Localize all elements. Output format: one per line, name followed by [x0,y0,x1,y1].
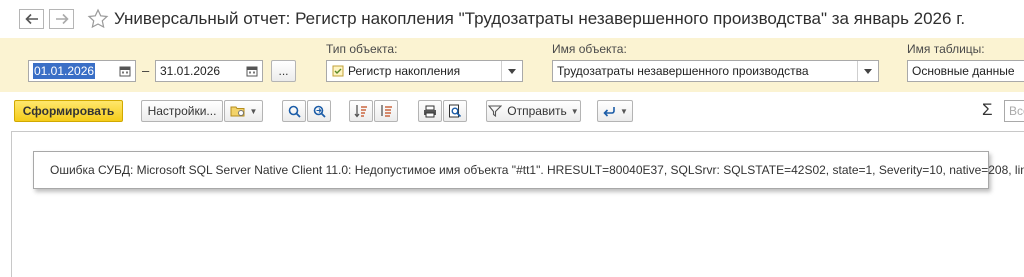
date-separator: – [142,63,150,78]
search-input[interactable]: Все [1004,100,1024,122]
send-label: Отправить [507,104,567,118]
chevron-down-icon[interactable] [857,61,878,81]
table-name-value: Основные данные [912,64,1015,78]
find-button[interactable] [282,100,306,122]
variants-menu-button[interactable]: ▼ [224,100,263,122]
grouping-button[interactable] [374,100,398,122]
period-select-button[interactable]: ... [271,60,296,82]
sort-button[interactable] [349,100,373,122]
search-next-icon [313,105,326,118]
find-next-button[interactable] [307,100,331,122]
calendar-icon [119,66,131,77]
error-message-text: Ошибка СУБД: Microsoft SQL Server Native… [50,163,1024,177]
settings-button[interactable]: Настройки... [141,100,223,122]
calendar-icon [246,66,258,77]
send-icon [488,105,503,117]
object-type-value: Регистр накопления [348,64,461,78]
generate-button[interactable]: Сформировать [14,100,123,122]
object-name-label: Имя объекта: [552,42,627,56]
chevron-down-icon[interactable] [501,61,522,81]
date-from-value: 01.01.2026 [33,63,96,79]
error-message-box: Ошибка СУБД: Microsoft SQL Server Native… [33,151,1024,189]
forward-button[interactable] [49,9,74,29]
print-preview-button[interactable] [443,100,467,122]
object-name-select[interactable]: Трудозатраты незавершенного производства [552,60,879,82]
grouping-icon [381,105,392,117]
print-button[interactable] [418,100,442,122]
date-to-calendar-button[interactable] [241,60,263,82]
sort-icon [354,105,367,118]
folder-settings-icon [230,106,245,117]
table-name-select[interactable]: Основные данные [907,60,1024,82]
object-name-value: Трудозатраты незавершенного производства [557,64,809,78]
date-to-value: 31.01.2026 [160,64,221,78]
printer-icon [424,105,436,117]
sum-icon[interactable]: Σ [982,100,993,120]
search-placeholder: Все [1009,104,1024,118]
register-icon [332,65,344,77]
arrow-left-icon [24,13,38,25]
search-icon [288,105,301,118]
print-preview-icon [449,104,462,118]
more-actions-button[interactable]: ▼ [597,100,633,122]
back-button[interactable] [19,9,44,29]
date-from-calendar-button[interactable] [114,60,136,82]
favorite-star-icon[interactable] [87,8,109,30]
arrow-right-icon [55,13,69,25]
page-title: Универсальный отчет: Регистр накопления … [114,9,966,28]
table-name-label: Имя таблицы: [907,42,985,56]
object-type-select[interactable]: Регистр накопления [326,60,523,82]
object-type-label: Тип объекта: [326,42,398,56]
return-arrow-icon [603,107,615,117]
send-button[interactable]: Отправить ▼ [486,100,581,122]
